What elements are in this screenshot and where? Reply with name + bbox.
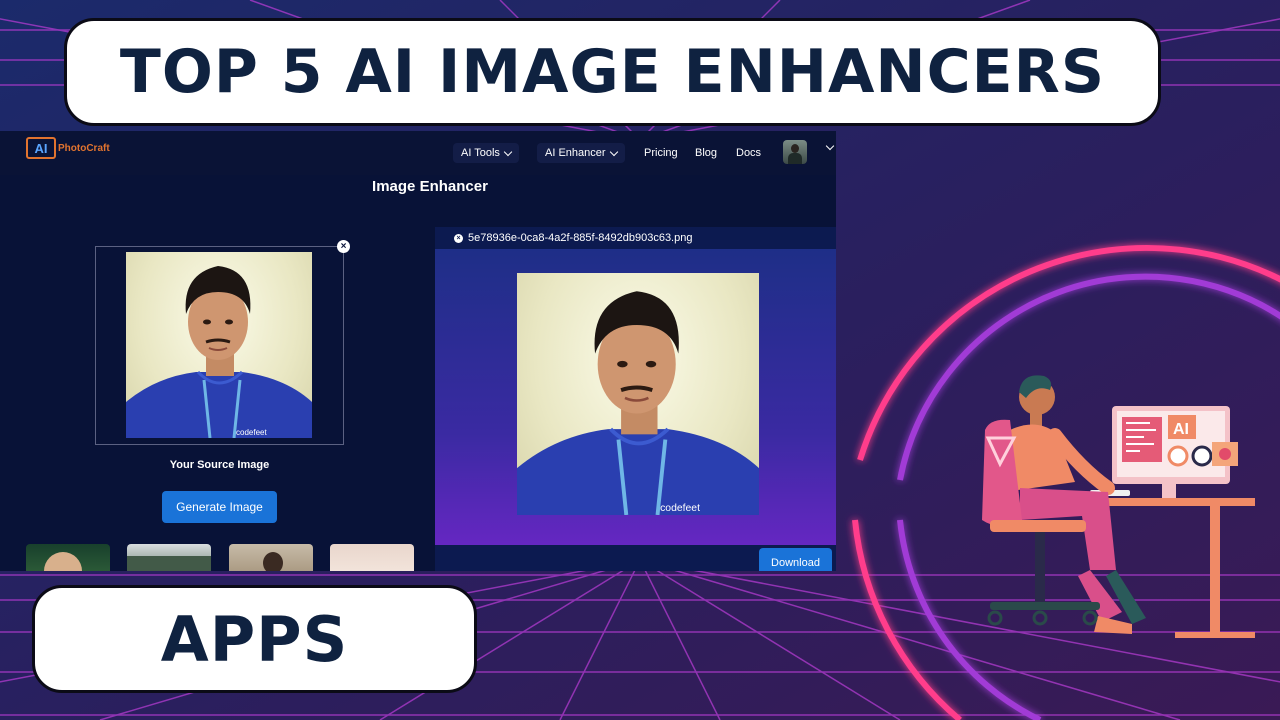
app-screenshot: AI PhotoCraft AI Tools AI Enhancer Prici… bbox=[0, 131, 836, 571]
nav-blog[interactable]: Blog bbox=[695, 143, 717, 163]
sample-thumbnail[interactable] bbox=[127, 544, 211, 571]
nav-blog-label: Blog bbox=[695, 147, 718, 159]
source-image-caption: Your Source Image bbox=[169, 459, 270, 471]
source-image: codefeet bbox=[126, 252, 312, 438]
title-text: TOP 5 AI IMAGE ENHANCERS bbox=[119, 37, 1106, 107]
result-file-header: × 5e78936e-0ca8-4a2f-885f-8492db903c63.p… bbox=[435, 227, 836, 249]
nav-pricing[interactable]: Pricing bbox=[644, 143, 678, 163]
logo-name: PhotoCraft bbox=[58, 142, 110, 154]
close-file-icon[interactable]: × bbox=[454, 233, 463, 243]
nav-ai-tools-label: AI Tools bbox=[461, 147, 500, 159]
sample-thumbnail[interactable] bbox=[26, 544, 110, 571]
monitor: AI bbox=[1112, 406, 1238, 498]
chevron-down-icon bbox=[609, 147, 618, 156]
enhanced-image: codefeet bbox=[517, 273, 759, 515]
subtitle-banner: APPS bbox=[32, 585, 477, 693]
page-title: Image Enhancer bbox=[372, 178, 488, 195]
chevron-down-icon bbox=[503, 147, 513, 156]
ai-developer-illustration: AI bbox=[852, 244, 1280, 720]
nav-ai-enhancer[interactable]: AI Enhancer bbox=[537, 143, 625, 163]
nav-docs[interactable]: Docs bbox=[736, 143, 761, 163]
logo-mark: AI bbox=[26, 137, 56, 159]
top-navbar: AI PhotoCraft AI Tools AI Enhancer Prici… bbox=[0, 131, 836, 175]
user-avatar[interactable] bbox=[783, 140, 807, 164]
nav-docs-label: Docs bbox=[736, 147, 762, 159]
generate-image-button[interactable]: Generate Image bbox=[162, 491, 277, 523]
sample-thumbnail[interactable] bbox=[229, 544, 313, 571]
nav-ai-enhancer-label: AI Enhancer bbox=[545, 147, 606, 159]
monitor-ai-label: AI bbox=[1173, 421, 1189, 438]
remove-source-close-icon[interactable]: × bbox=[337, 240, 350, 253]
result-filename: 5e78936e-0ca8-4a2f-885f-8492db903c63.png bbox=[468, 232, 693, 244]
photocraft-logo[interactable]: AI PhotoCraft bbox=[26, 137, 110, 159]
sample-thumbnail[interactable] bbox=[330, 544, 414, 571]
subtitle-text: APPS bbox=[160, 602, 349, 676]
profile-chevron-down-icon[interactable] bbox=[825, 141, 835, 151]
download-button[interactable]: Download bbox=[759, 548, 832, 571]
title-banner: TOP 5 AI IMAGE ENHANCERS bbox=[64, 18, 1161, 126]
nav-pricing-label: Pricing bbox=[644, 147, 678, 159]
nav-ai-tools[interactable]: AI Tools bbox=[453, 143, 519, 163]
source-shirt-text: codefeet bbox=[236, 428, 267, 437]
enhanced-shirt-text: codefeet bbox=[660, 503, 700, 514]
